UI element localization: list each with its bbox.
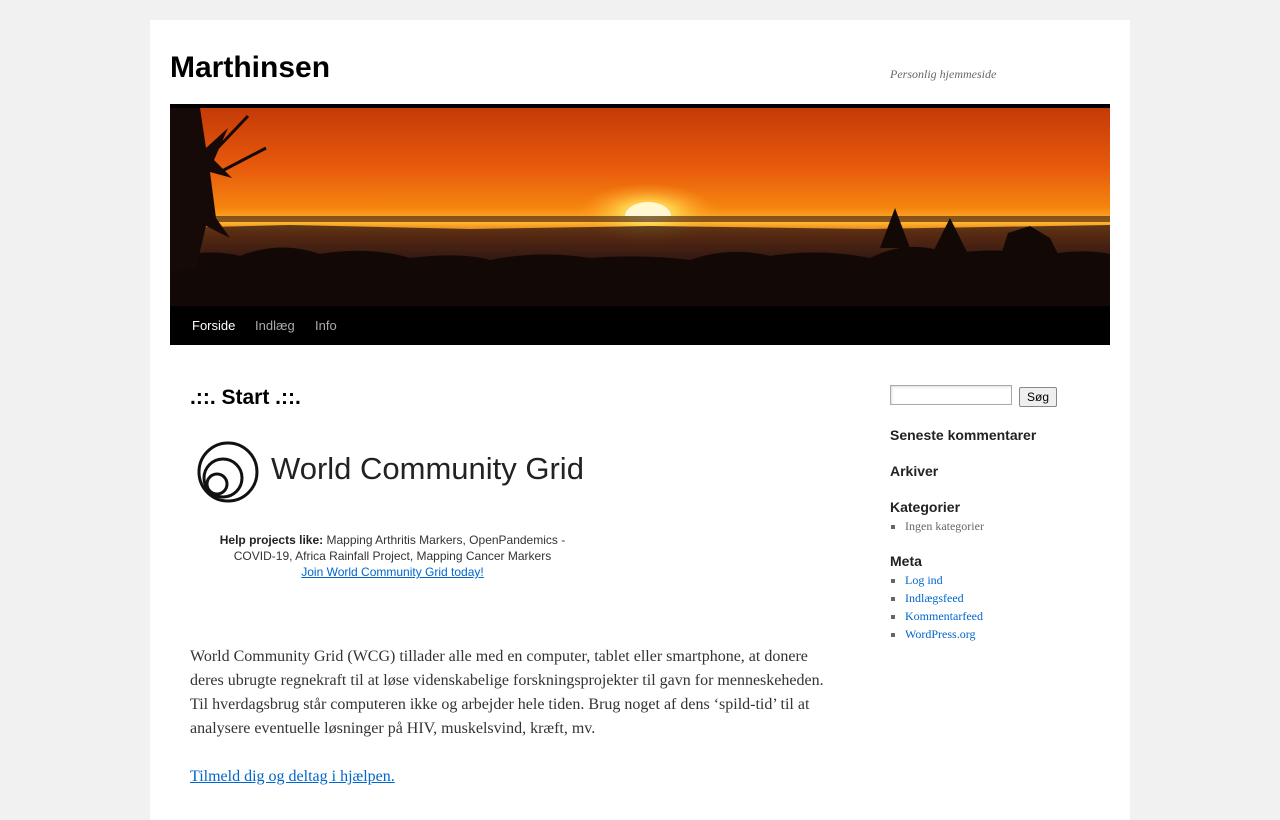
recent-comments-title: Seneste kommentarer	[890, 427, 1037, 443]
list-item: Ingen kategorier	[905, 517, 984, 535]
list-item: Kommentarfeed	[905, 607, 983, 625]
help-label: Help projects like:	[219, 533, 324, 547]
wordpress-org-link[interactable]: WordPress.org	[905, 627, 975, 641]
site-title[interactable]: Marthinsen	[170, 50, 330, 86]
main-navigation: Forside Indlæg Info	[170, 306, 1110, 345]
categories-list: Ingen kategorier	[890, 517, 984, 535]
list-item: WordPress.org	[905, 625, 983, 643]
log-in-link[interactable]: Log ind	[905, 573, 943, 587]
meta-title: Meta	[890, 553, 922, 569]
categories-title: Kategorier	[890, 499, 961, 515]
post-title: .::. Start .::.	[190, 386, 301, 409]
search-input[interactable]	[890, 385, 1012, 405]
entries-feed-link[interactable]: Indlægsfeed	[905, 591, 964, 605]
post-content: World Community Grid (WCG) tillader alle…	[190, 645, 830, 813]
page-wrapper: Marthinsen Personlig hjemmeside Forside …	[150, 20, 1130, 820]
join-wcg-link[interactable]: Join World Community Grid today!	[301, 565, 484, 579]
header-banner-image	[170, 108, 1110, 306]
nav-item-forside[interactable]: Forside	[192, 306, 235, 345]
wcg-help-box: Help projects like: Mapping Arthritis Ma…	[205, 532, 580, 580]
signup-link[interactable]: Tilmeld dig og deltag i hjælpen.	[190, 768, 395, 785]
search-button[interactable]: Søg	[1019, 387, 1057, 407]
post-paragraph: World Community Grid (WCG) tillader alle…	[190, 648, 824, 737]
comments-feed-link[interactable]: Kommentarfeed	[905, 609, 983, 623]
nav-item-indlaeg[interactable]: Indlæg	[255, 306, 295, 345]
archives-title: Arkiver	[890, 463, 939, 479]
list-item: Log ind	[905, 571, 983, 589]
site-description: Personlig hjemmeside	[890, 67, 997, 81]
wcg-logo-text: World Community Grid	[271, 451, 584, 486]
list-item: Indlægsfeed	[905, 589, 983, 607]
nav-item-info[interactable]: Info	[315, 306, 337, 345]
meta-links-list: Log ind Indlægsfeed Kommentarfeed WordPr…	[890, 571, 983, 643]
